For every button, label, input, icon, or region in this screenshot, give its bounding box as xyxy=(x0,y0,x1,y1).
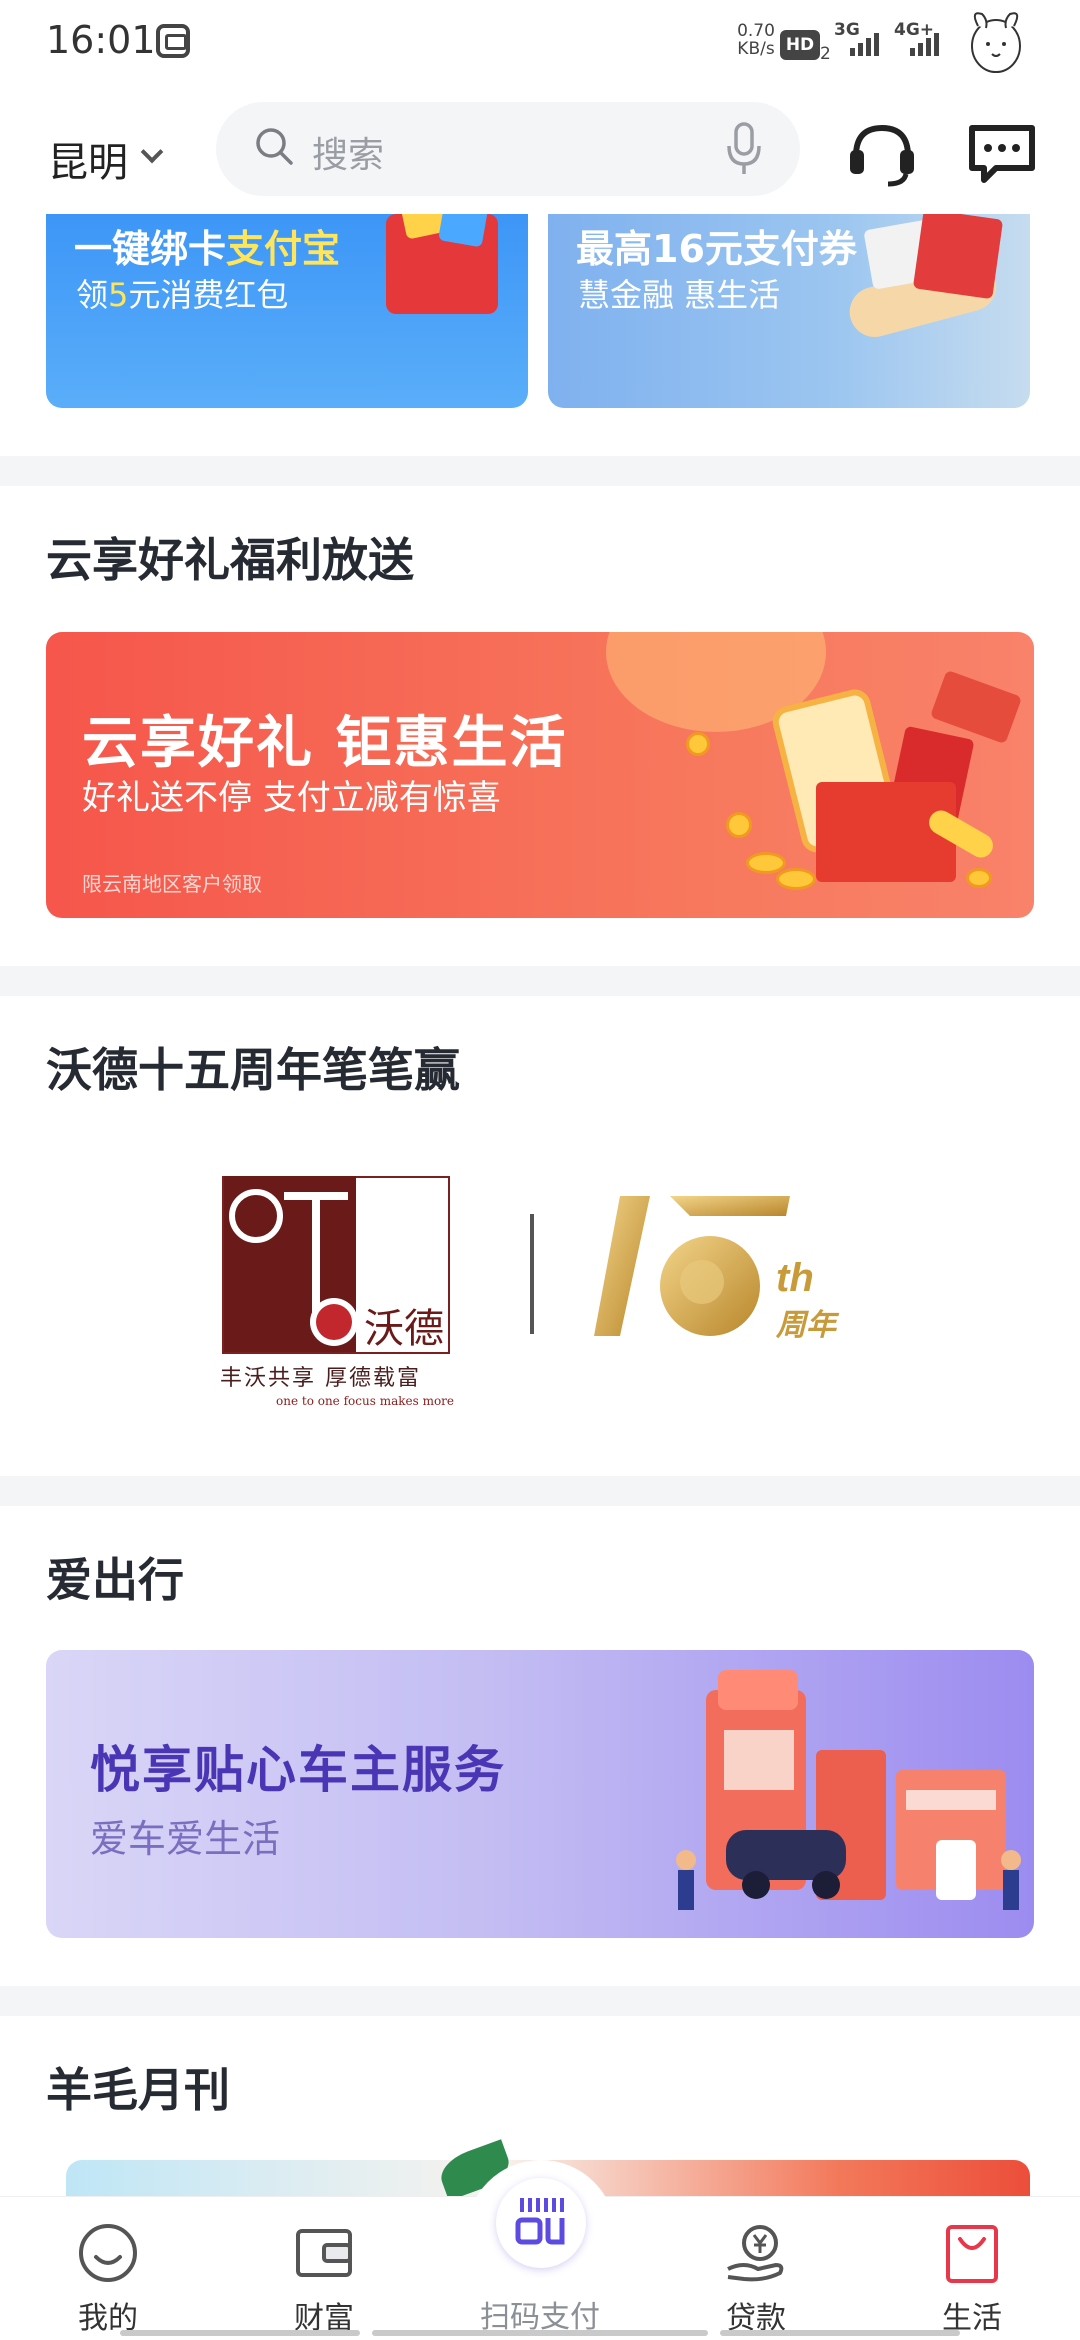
gesture-bar xyxy=(120,2330,360,2336)
car-service-banner[interactable]: 悦享贴心车主服务 爱车爱生活 xyxy=(46,1650,1034,1938)
network-speed: 0.70 KB/s xyxy=(728,22,784,58)
coupon-illustration xyxy=(844,214,1018,343)
garage-illustration xyxy=(676,1670,1021,1910)
bind-card-banner[interactable]: 一键绑卡支付宝 领5元消费红包 xyxy=(46,214,528,408)
signal-icon-2 xyxy=(906,28,942,56)
section-title-monthly: 羊毛月刊 xyxy=(46,2063,230,2117)
bind-card-title: 一键绑卡支付宝 xyxy=(74,227,341,271)
network-speed-value: 0.70 xyxy=(737,21,775,41)
section-divider xyxy=(0,966,1080,996)
wode-slogan: 丰沃共享 厚德载富 xyxy=(220,1366,421,1391)
signal-icon-1 xyxy=(846,28,882,56)
search-icon xyxy=(256,128,293,165)
network-speed-unit: KB/s xyxy=(737,39,775,59)
section-divider xyxy=(0,1476,1080,1506)
promo-banner-row: 一键绑卡支付宝 领5元消费红包 最高16元支付券 慧金融 惠生活 xyxy=(0,214,1080,456)
wode-logo-text: 沃德 xyxy=(364,1306,444,1352)
wode-emblem xyxy=(224,1176,358,1352)
payment-coupon-banner[interactable]: 最高16元支付券 慧金融 惠生活 xyxy=(548,214,1030,408)
hd-voice-icon: HD xyxy=(780,30,820,60)
microphone-icon[interactable] xyxy=(724,122,764,176)
nav-item-life[interactable]: 生活 xyxy=(892,2197,1052,2340)
status-time: 16:01 xyxy=(46,18,156,62)
nav-item-scan[interactable] xyxy=(496,2178,586,2268)
wallet-icon xyxy=(296,2229,352,2277)
shopping-bag-icon xyxy=(946,2225,998,2283)
red-envelope-illustration xyxy=(386,214,498,314)
app-notification-icon xyxy=(156,24,190,58)
anniversary-suffix: th xyxy=(776,1256,814,1300)
scan-icon xyxy=(497,2179,585,2267)
gift-banner[interactable]: 云享好礼 钜惠生活 好礼送不停 支付立减有惊喜 限云南地区客户领取 xyxy=(46,632,1034,918)
wode-tagline: one to one focus makes more xyxy=(276,1394,455,1408)
search-placeholder: 搜索 xyxy=(312,135,385,176)
smile-icon xyxy=(79,2224,137,2282)
gesture-bar xyxy=(720,2330,960,2336)
section-divider xyxy=(0,1986,1080,2016)
nav-item-loan[interactable]: 贷款 xyxy=(676,2197,836,2340)
coupon-title: 最高16元支付券 xyxy=(576,227,857,271)
search-input[interactable]: 搜索 xyxy=(216,102,800,196)
top-header: 昆明 搜索 xyxy=(0,84,1080,214)
gift-banner-note: 限云南地区客户领取 xyxy=(82,872,262,896)
section-title-wode: 沃德十五周年笔笔赢 xyxy=(46,1043,460,1097)
hd-voice-sub: 2 xyxy=(820,44,831,64)
bind-card-subtitle: 领5元消费红包 xyxy=(76,276,289,314)
city-selector[interactable]: 昆明 xyxy=(48,130,128,188)
section-title-travel: 爱出行 xyxy=(46,1553,184,1607)
anniversary-label: 周年 xyxy=(776,1308,836,1343)
nav-item-wealth[interactable]: 财富 xyxy=(244,2197,404,2340)
chevron-down-icon[interactable] xyxy=(140,140,164,164)
coupon-subtitle: 慧金融 惠生活 xyxy=(578,276,781,314)
car-service-title: 悦享贴心车主服务 xyxy=(90,1741,506,1799)
message-icon[interactable] xyxy=(966,122,1038,184)
nav-item-mine[interactable]: 我的 xyxy=(28,2197,188,2340)
car-service-subtitle: 爱车爱生活 xyxy=(90,1817,281,1861)
status-bar: 16:01 0.70 KB/s HD 2 3G 4G+ xyxy=(0,0,1080,84)
gift-banner-subtitle: 好礼送不停 支付立减有惊喜 xyxy=(82,778,501,818)
logo-divider xyxy=(530,1214,534,1334)
gesture-bar xyxy=(372,2330,708,2336)
anniversary-logo[interactable]: th 周年 xyxy=(590,1176,850,1366)
gift-banner-title: 云享好礼 钜惠生活 xyxy=(82,711,568,776)
avatar-sticker-icon xyxy=(971,12,1021,73)
section-divider xyxy=(0,456,1080,486)
loan-icon xyxy=(727,2225,784,2282)
section-title-gift: 云享好礼福利放送 xyxy=(46,533,414,587)
customer-service-icon[interactable] xyxy=(846,120,918,190)
